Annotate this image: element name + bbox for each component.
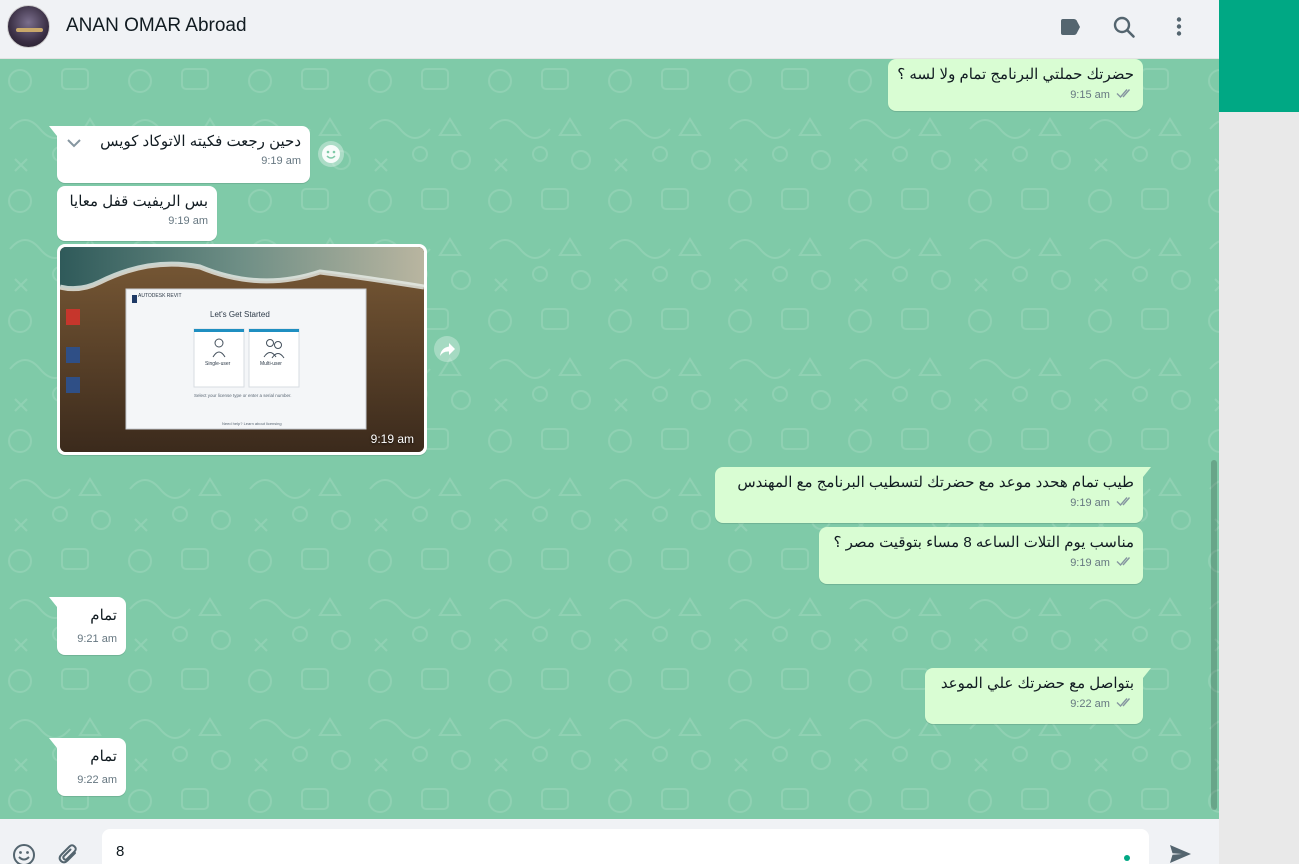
message-time: 9:19 am: [370, 432, 414, 446]
message-text: بتواصل مع حضرتك علي الموعد: [940, 675, 1134, 692]
message-incoming[interactable]: تمام 9:22 am: [49, 738, 126, 796]
bubble-tail: [1143, 668, 1151, 678]
bubble-tail: [49, 738, 57, 748]
message-text: بس الريفيت قفل معايا: [69, 193, 208, 210]
message-outgoing[interactable]: بتواصل مع حضرتك علي الموعد 9:22 am: [925, 668, 1151, 724]
image-message[interactable]: AUTODESK REVIT Let's Get Started Single-…: [57, 244, 427, 455]
message-text: طيب تمام هحدد موعد مع حضرتك لتسطيب البرن…: [737, 474, 1134, 491]
menu-icon[interactable]: [1166, 14, 1192, 40]
message-outgoing[interactable]: طيب تمام هحدد موعد مع حضرتك لتسطيب البرن…: [715, 467, 1151, 523]
dialog-brand: AUTODESK REVIT: [138, 293, 182, 299]
double-check-icon: [1116, 555, 1134, 567]
bubble-tail: [49, 597, 57, 607]
message-time: 9:19 am: [168, 215, 208, 227]
side-accent-bar: [1219, 0, 1299, 112]
double-check-icon: [1116, 87, 1134, 99]
double-check-icon: [1116, 696, 1134, 708]
message-time: 9:21 am: [77, 633, 117, 645]
message-incoming[interactable]: دحين رجعت فكيته الاتوكاد كويس 9:19 am: [49, 126, 310, 183]
message-time: 9:19 am: [261, 155, 301, 167]
emoji-reaction-icon[interactable]: [318, 141, 344, 167]
message-input[interactable]: 8: [102, 829, 1149, 864]
chevron-down-icon[interactable]: [65, 134, 83, 152]
emoji-icon[interactable]: [11, 842, 37, 864]
message-time: 9:22 am: [1070, 698, 1110, 710]
photo[interactable]: AUTODESK REVIT Let's Get Started Single-…: [60, 247, 424, 452]
dialog-title: Let's Get Started: [210, 310, 270, 319]
message-time: 9:15 am: [1070, 89, 1110, 101]
dialog-option-multi: Multi-user: [260, 361, 282, 367]
message-time: 9:19 am: [1070, 497, 1110, 509]
message-input-value: 8: [116, 843, 125, 860]
double-check-icon: [1116, 495, 1134, 507]
attach-icon[interactable]: [56, 842, 82, 864]
label-icon[interactable]: [1057, 14, 1083, 40]
message-text: دحين رجعت فكيته الاتوكاد كويس: [100, 133, 301, 150]
forward-icon[interactable]: [434, 336, 460, 362]
dialog-option-single: Single-user: [205, 361, 231, 367]
message-text: تمام: [90, 607, 117, 624]
contact-name[interactable]: ANAN OMAR Abroad: [66, 15, 247, 37]
message-meta: 9:22 am: [934, 696, 1134, 711]
dialog-footer: Select your license type or enter a seri…: [194, 393, 292, 398]
message-text: تمام: [90, 748, 117, 765]
composer-bar: 8: [0, 819, 1219, 864]
message-incoming[interactable]: تمام 9:21 am: [49, 597, 126, 655]
status-dot: [1124, 855, 1130, 861]
message-meta: 9:19 am: [828, 555, 1134, 570]
message-text: مناسب يوم التلات الساعه 8 مساء بتوقيت مص…: [833, 534, 1134, 551]
chat-header: ANAN OMAR Abroad: [0, 0, 1219, 59]
search-icon[interactable]: [1111, 14, 1137, 40]
chat-scrollbar[interactable]: [1211, 460, 1217, 810]
dialog-help-link: Need help? Learn about licensing: [222, 421, 282, 426]
message-meta: 9:15 am: [897, 87, 1134, 102]
message-time: 9:19 am: [1070, 557, 1110, 569]
message-time: 9:22 am: [77, 774, 117, 786]
send-icon[interactable]: [1167, 841, 1193, 864]
message-incoming[interactable]: بس الريفيت قفل معايا 9:19 am: [57, 186, 217, 241]
message-meta: 9:19 am: [724, 495, 1134, 510]
message-outgoing[interactable]: حضرتك حملتي البرنامج تمام ولا لسه ؟ 9:15…: [888, 59, 1143, 111]
bubble-tail: [1143, 467, 1151, 477]
message-text: حضرتك حملتي البرنامج تمام ولا لسه ؟: [897, 66, 1134, 83]
message-outgoing[interactable]: مناسب يوم التلات الساعه 8 مساء بتوقيت مص…: [819, 527, 1143, 584]
avatar[interactable]: [7, 5, 50, 48]
chat-panel: حضرتك حملتي البرنامج تمام ولا لسه ؟ 9:15…: [0, 0, 1219, 864]
right-side-panel: [1219, 0, 1299, 864]
bubble-tail: [49, 126, 57, 136]
